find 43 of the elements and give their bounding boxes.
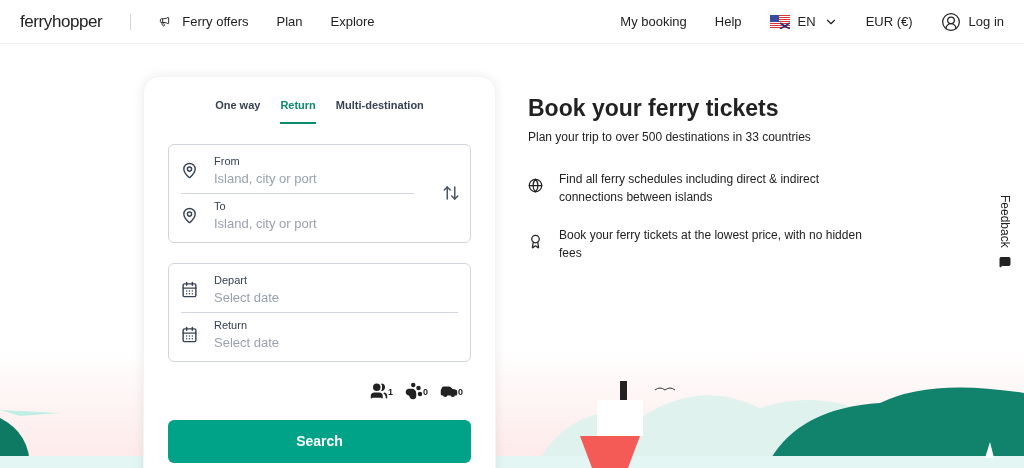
feature-text: Book your ferry tickets at the lowest price, with no hidden fees [559,227,863,262]
nav-link[interactable]: EUR (€) [865,11,913,32]
trip-type-tab[interactable]: Multi-destination [335,97,424,124]
feedback-icon [999,255,1011,268]
nav-link[interactable]: Plan [276,11,303,32]
user-icon [940,11,961,32]
trip-type-tab[interactable]: Return [280,97,316,124]
input-field[interactable]: Island, city or port [214,213,414,234]
map-pin-icon [181,207,198,224]
trip-type-tab[interactable]: One way [215,97,261,124]
passengers-icon [369,381,388,400]
nav-link[interactable]: Ferry offers [159,11,249,32]
nav-link[interactable]: Explore [330,11,375,32]
nav-link[interactable]: My booking [620,11,687,32]
counter-button[interactable]: 0 [440,381,463,400]
logo[interactable]: ferryhopper [20,8,103,35]
nav-link[interactable]: Help [714,11,742,32]
bird-icon [654,387,676,391]
field-label: From [214,153,241,169]
paw-icon [404,381,423,400]
language-selector[interactable]: EN [769,11,838,32]
map-pin-icon [181,162,198,179]
field-label: Depart [214,272,249,288]
award-icon [528,234,543,249]
hero-title: Book your ferry tickets [528,94,780,123]
counter-button[interactable]: 0 [404,381,428,400]
field-label: To [214,198,227,214]
calendar-icon [181,281,198,298]
hero-subtitle: Plan your trip to over 500 destinations in 33 countries [528,129,812,146]
megaphone-icon [159,16,171,27]
sailboat-icon [985,442,994,458]
field-label: Return [214,317,249,333]
counter-button[interactable]: 1 [369,381,393,400]
feature-text: Find all ferry schedules including direct & indirect connections between islands [559,171,821,206]
input-field[interactable]: Island, city or port [214,168,414,189]
input-field[interactable]: Select date [214,287,414,308]
feedback-tab[interactable]: Feedback [996,195,1014,268]
flag-icon [769,14,790,29]
login-button[interactable]: Log in [940,11,1004,32]
calendar-icon [181,326,198,343]
globe-icon [528,178,543,193]
input-field[interactable]: Select date [214,332,414,353]
swap-icon [442,184,460,202]
